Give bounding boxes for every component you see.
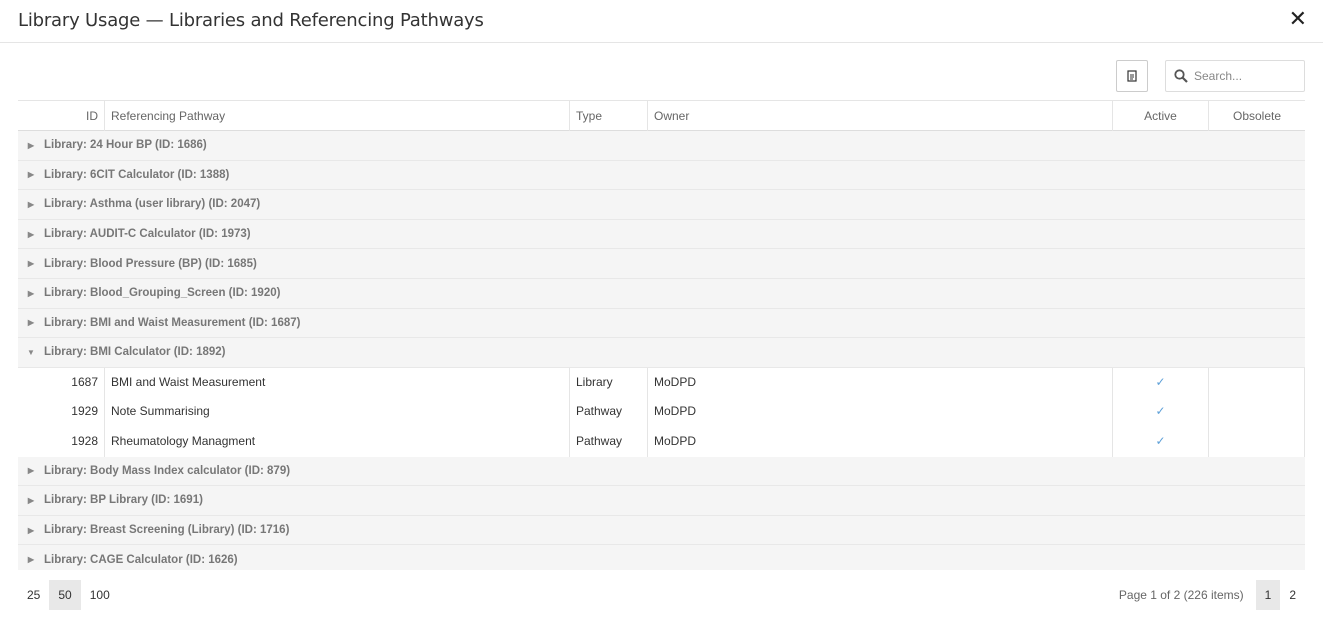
checkmark-icon: ✓	[1155, 374, 1166, 389]
caret-right-icon[interactable]: ▶	[18, 526, 44, 535]
search-icon	[1174, 69, 1188, 83]
cell-id: 1929	[18, 397, 105, 427]
page-button-2[interactable]: 2	[1280, 580, 1305, 610]
group-label: Library: 6CIT Calculator (ID: 1388)	[44, 168, 230, 181]
caret-right-icon[interactable]: ▶	[18, 170, 44, 179]
group-label: Library: 24 Hour BP (ID: 1686)	[44, 139, 207, 152]
group-row[interactable]: ▶ Library: Breast Screening (Library) (ID…	[18, 515, 1305, 546]
cell-active: ✓	[1113, 426, 1209, 457]
caret-right-icon[interactable]: ▶	[18, 230, 44, 239]
close-icon[interactable]: ✕	[1289, 8, 1307, 32]
group-row[interactable]: ▶ Library: 6CIT Calculator (ID: 1388)	[18, 160, 1305, 191]
group-row[interactable]: ▶ Library: CAGE Calculator (ID: 1626)	[18, 545, 1305, 570]
group-label: Library: Blood Pressure (BP) (ID: 1685)	[44, 257, 257, 270]
table-row[interactable]: 1928 Rheumatology Managment Pathway MoDPD ✓	[18, 426, 1305, 457]
cell-referencing-pathway: Rheumatology Managment	[105, 426, 570, 457]
caret-right-icon[interactable]: ▶	[18, 555, 44, 564]
cell-active: ✓	[1113, 367, 1209, 398]
column-header-type[interactable]: Type	[570, 101, 648, 131]
caret-right-icon[interactable]: ▶	[18, 200, 44, 209]
grid-toolbar	[18, 60, 1305, 92]
cell-referencing-pathway: Note Summarising	[105, 397, 570, 427]
group-label: Library: Breast Screening (Library) (ID:…	[44, 524, 290, 537]
column-header-active[interactable]: Active	[1113, 101, 1209, 131]
group-row[interactable]: ▶ Library: BP Library (ID: 1691)	[18, 486, 1305, 516]
pager: Page 1 of 2 (226 items) 1 2	[1119, 580, 1305, 610]
cell-type: Pathway	[570, 426, 648, 457]
cell-owner: MoDPD	[648, 397, 1113, 427]
group-row[interactable]: ▶ Library: AUDIT-C Calculator (ID: 1973)	[18, 219, 1305, 250]
checkmark-icon: ✓	[1155, 404, 1166, 419]
caret-right-icon[interactable]: ▶	[18, 318, 44, 327]
group-row[interactable]: ▶ Library: 24 Hour BP (ID: 1686)	[18, 131, 1305, 161]
caret-right-icon[interactable]: ▶	[18, 289, 44, 298]
cell-owner: MoDPD	[648, 426, 1113, 457]
group-row[interactable]: ▶ Library: Blood Pressure (BP) (ID: 1685)	[18, 249, 1305, 279]
page-button-1[interactable]: 1	[1255, 580, 1281, 610]
export-button[interactable]	[1116, 60, 1148, 92]
cell-type: Pathway	[570, 397, 648, 427]
cell-owner: MoDPD	[648, 367, 1113, 398]
group-label: Library: Body Mass Index calculator (ID:…	[44, 464, 291, 477]
group-label: Library: AUDIT-C Calculator (ID: 1973)	[44, 228, 251, 241]
library-usage-modal: Library Usage — Libraries and Referencin…	[0, 0, 1323, 636]
pager-info: Page 1 of 2 (226 items)	[1118, 588, 1244, 602]
column-header-referencing-pathway[interactable]: Referencing Pathway	[105, 101, 570, 131]
group-row[interactable]: ▶ Library: Blood_Grouping_Screen (ID: 192…	[18, 278, 1305, 309]
usage-grid: ID Referencing Pathway Type Owner Active…	[18, 100, 1305, 570]
group-row[interactable]: ▶ Library: Body Mass Index calculator (ID…	[18, 456, 1305, 487]
checkmark-icon: ✓	[1155, 433, 1166, 448]
cell-obsolete	[1209, 426, 1305, 457]
export-document-icon	[1127, 70, 1137, 82]
cell-obsolete	[1209, 397, 1305, 427]
group-row[interactable]: ▼ Library: BMI Calculator (ID: 1892)	[18, 338, 1305, 368]
caret-right-icon[interactable]: ▶	[18, 466, 44, 475]
search-box[interactable]	[1165, 60, 1305, 92]
group-label: Library: BMI and Waist Measurement (ID: …	[44, 316, 301, 329]
grid-body: ▶ Library: 24 Hour BP (ID: 1686) ▶ Library:…	[18, 131, 1305, 570]
search-input[interactable]	[1194, 69, 1294, 83]
cell-type: Library	[570, 367, 648, 398]
column-header-id[interactable]: ID	[18, 101, 105, 131]
column-header-owner[interactable]: Owner	[648, 101, 1113, 131]
page-size-100[interactable]: 100	[81, 580, 119, 610]
caret-right-icon[interactable]: ▶	[18, 259, 44, 268]
column-header-obsolete[interactable]: Obsolete	[1209, 101, 1305, 131]
group-label: Library: CAGE Calculator (ID: 1626)	[44, 553, 238, 566]
caret-right-icon[interactable]: ▶	[18, 496, 44, 505]
page-size-selector: 25 50 100	[18, 580, 119, 610]
table-row[interactable]: 1929 Note Summarising Pathway MoDPD ✓	[18, 397, 1305, 427]
modal-header: Library Usage — Libraries and Referencin…	[0, 0, 1323, 43]
grid-header: ID Referencing Pathway Type Owner Active…	[18, 100, 1305, 131]
table-row[interactable]: 1687 BMI and Waist Measurement Library MoDP…	[18, 367, 1305, 398]
page-size-25[interactable]: 25	[18, 580, 49, 610]
cell-active: ✓	[1113, 397, 1209, 427]
group-label: Library: BP Library (ID: 1691)	[44, 494, 203, 507]
group-row[interactable]: ▶ Library: BMI and Waist Measurement (ID:…	[18, 308, 1305, 339]
cell-id: 1928	[18, 426, 105, 457]
group-label: Library: Blood_Grouping_Screen (ID: 1920…	[44, 287, 281, 300]
group-row[interactable]: ▶ Library: Asthma (user library) (ID: 204…	[18, 190, 1305, 220]
group-label: Library: Asthma (user library) (ID: 2047…	[44, 198, 261, 211]
caret-right-icon[interactable]: ▶	[18, 141, 44, 150]
page-size-50[interactable]: 50	[49, 580, 81, 610]
cell-id: 1687	[18, 367, 105, 398]
modal-title: Library Usage — Libraries and Referencin…	[18, 10, 484, 31]
caret-down-icon[interactable]: ▼	[18, 348, 44, 357]
cell-obsolete	[1209, 367, 1305, 398]
grid-footer: 25 50 100 Page 1 of 2 (226 items) 1 2	[18, 580, 1305, 610]
cell-referencing-pathway: BMI and Waist Measurement	[105, 367, 570, 398]
group-label: Library: BMI Calculator (ID: 1892)	[44, 346, 226, 359]
